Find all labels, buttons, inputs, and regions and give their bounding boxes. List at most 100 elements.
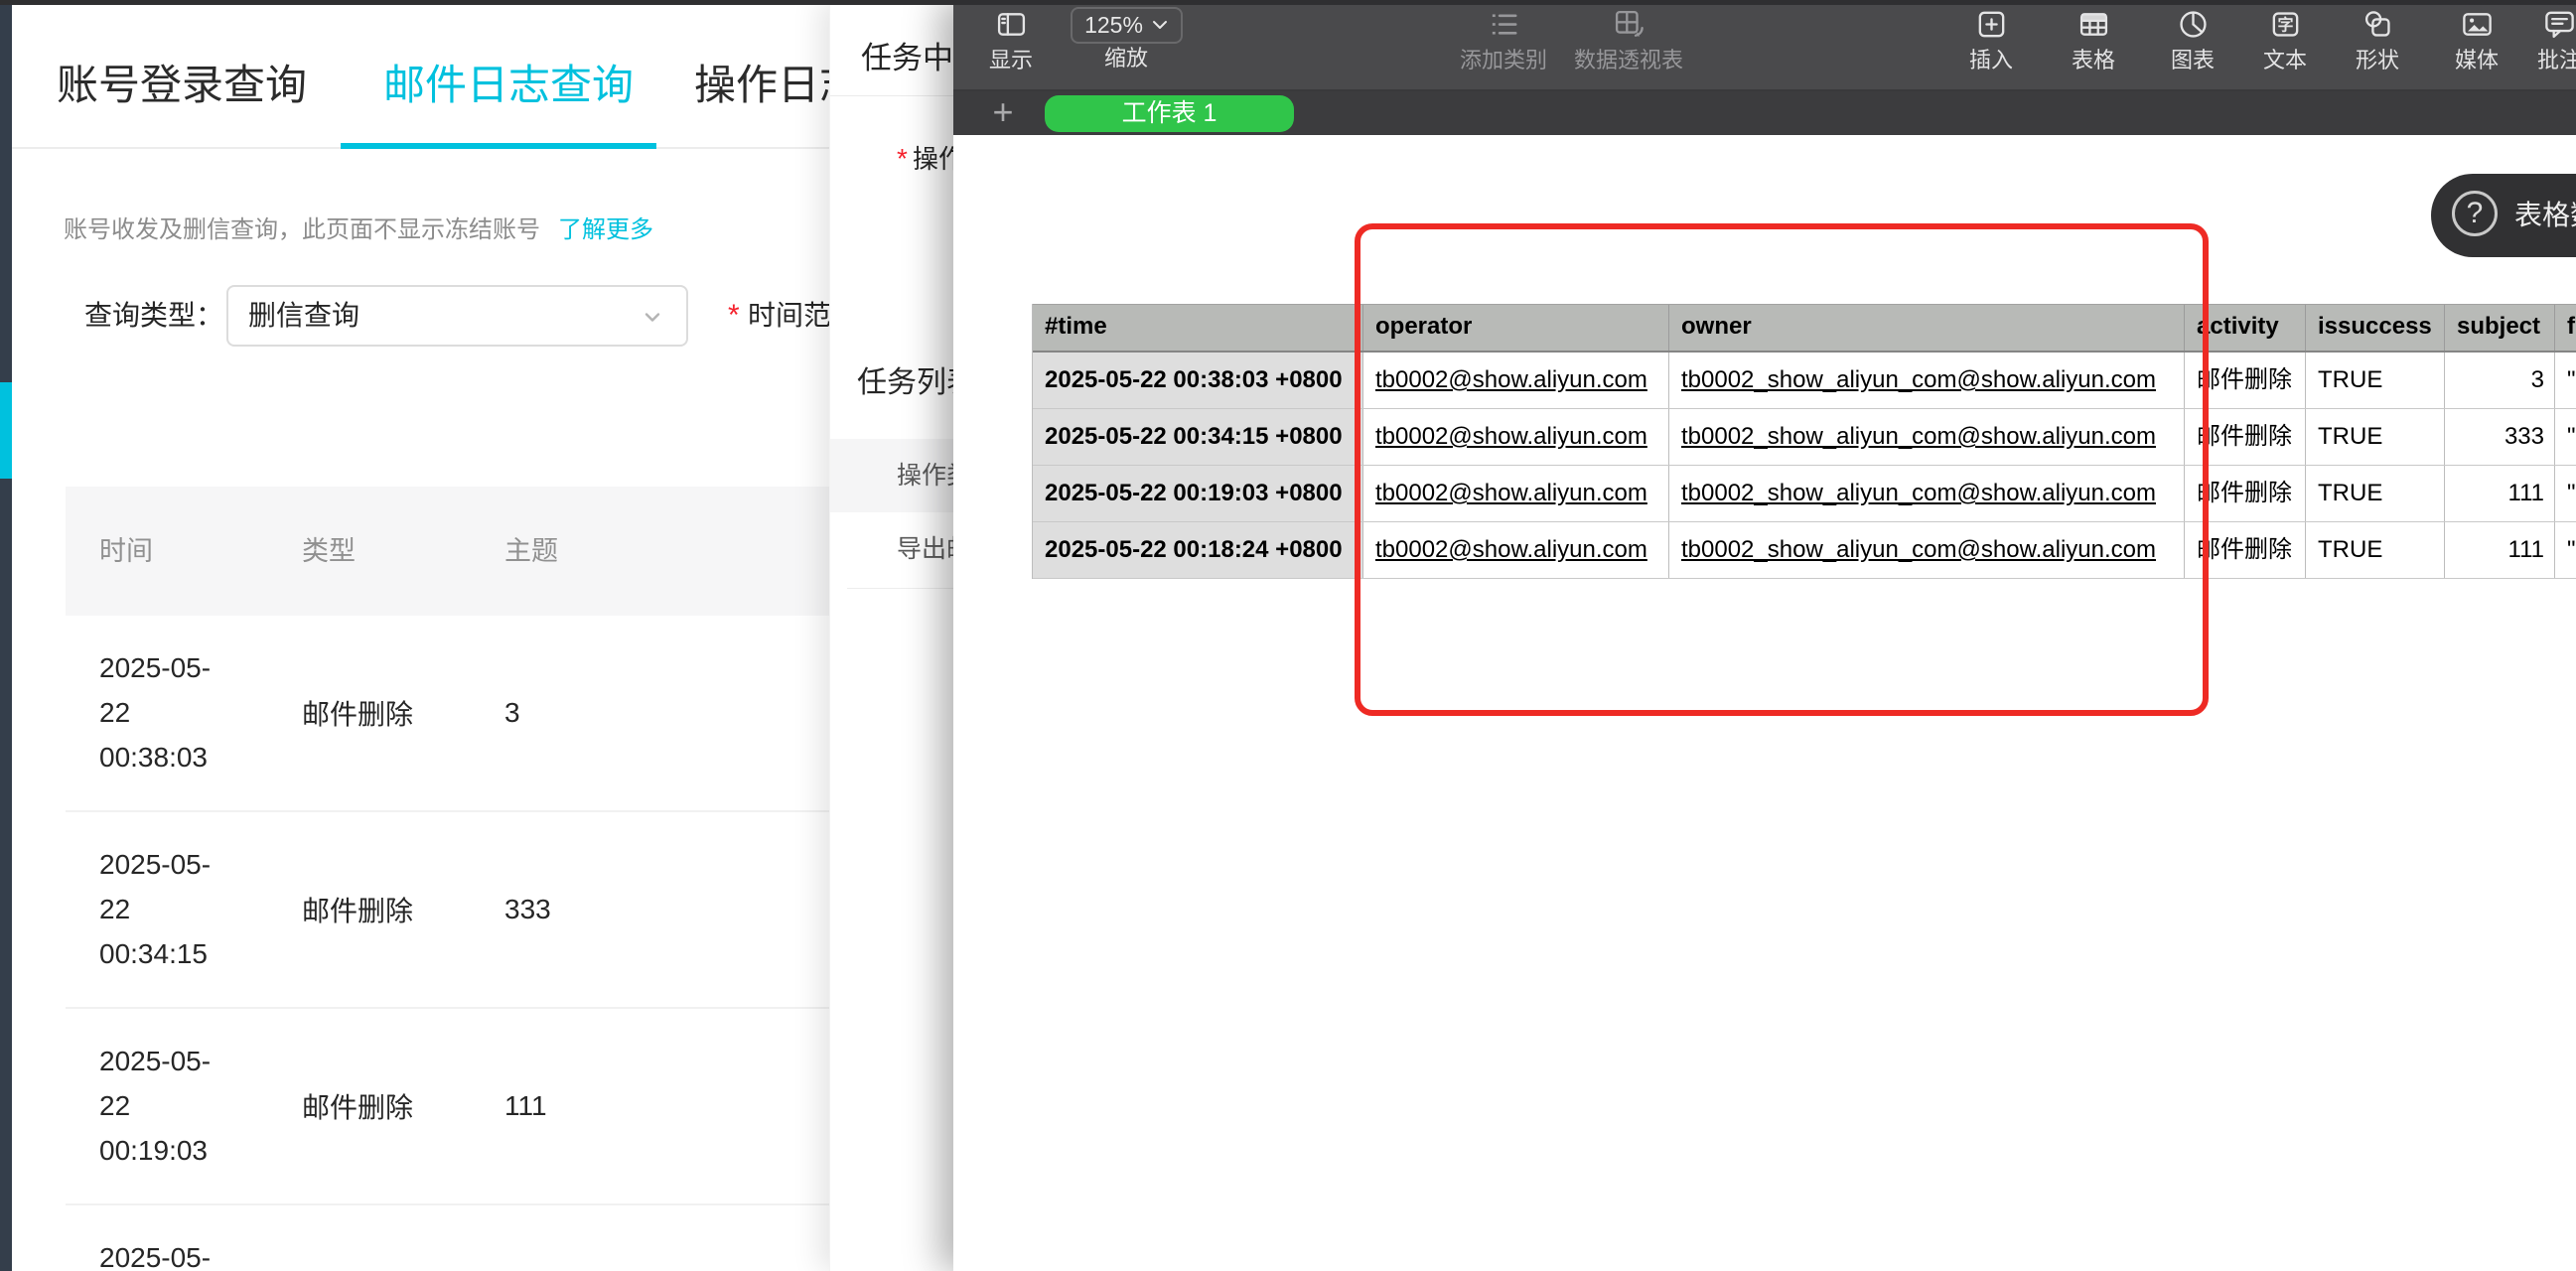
sheet-cell-operator[interactable]: tb0002@show.aliyun.com bbox=[1363, 522, 1669, 578]
tab-2[interactable]: 邮件日志查询 bbox=[383, 52, 634, 112]
sheet-cell-operator[interactable]: tb0002@show.aliyun.com bbox=[1363, 409, 1669, 465]
task-list-heading: 任务列表 bbox=[857, 357, 953, 401]
sheet-cell-owner[interactable]: tb0002_show_aliyun_com@show.aliyun.com bbox=[1669, 522, 2185, 578]
time-range-label: 时间范围 bbox=[748, 284, 829, 348]
sheet-cell-from[interactable]: " bbox=[2555, 353, 2576, 408]
tab-3[interactable]: 操作日志 bbox=[694, 52, 829, 112]
sheet-cell-owner[interactable]: tb0002_show_aliyun_com@show.aliyun.com bbox=[1669, 466, 2185, 521]
sheet-cell-owner[interactable]: tb0002_show_aliyun_com@show.aliyun.com bbox=[1669, 409, 2185, 465]
sheet-cell-subject[interactable]: 111 bbox=[2445, 522, 2555, 578]
sheet-header-from[interactable]: from bbox=[2555, 305, 2576, 351]
log-row-type: 邮件删除 bbox=[302, 1086, 413, 1126]
sheet-header-row: #timeoperatorowneractivityissuccesssubje… bbox=[1033, 304, 2576, 353]
toolbar-label: 数据透视表 bbox=[1549, 49, 1708, 72]
log-row-type: 邮件删除 bbox=[302, 693, 413, 733]
sheet-cell-issuccess[interactable]: TRUE bbox=[2306, 466, 2445, 521]
toolbar-pivot-button: 数据透视表 bbox=[1549, 0, 1708, 89]
sheet-header-issuccess[interactable]: issuccess bbox=[2306, 305, 2445, 351]
sheet-cell-from[interactable]: " bbox=[2555, 409, 2576, 465]
sheet-header-operator[interactable]: operator bbox=[1363, 305, 1669, 351]
sheet-cell-activity[interactable]: 邮件删除 bbox=[2185, 466, 2306, 521]
log-row-time: 2025-05-2200:38:03 bbox=[99, 645, 211, 779]
sheet-cell-subject[interactable]: 111 bbox=[2445, 466, 2555, 521]
sheet-row: 2025-05-22 00:19:03 +0800tb0002@show.ali… bbox=[1033, 466, 2576, 522]
sheet-row: 2025-05-22 00:34:15 +0800tb0002@show.ali… bbox=[1033, 409, 2576, 466]
sheet-header-time[interactable]: #time bbox=[1033, 305, 1363, 351]
question-mark-icon: ? bbox=[2452, 191, 2498, 236]
query-type-label: 查询类型： bbox=[84, 284, 223, 348]
sheet-cell-activity[interactable]: 邮件删除 bbox=[2185, 409, 2306, 465]
query-type-value: 删信查询 bbox=[248, 287, 359, 345]
toolbar-zoom-button[interactable]: 125% 缩放 bbox=[1047, 0, 1206, 89]
sheet-row: 2025-05-22 00:38:03 +0800tb0002@show.ali… bbox=[1033, 353, 2576, 409]
log-table-row: 2025-05- bbox=[66, 1205, 829, 1271]
toolbar-label: 缩放 bbox=[1047, 47, 1206, 71]
sheet-cell-operator[interactable]: tb0002@show.aliyun.com bbox=[1363, 353, 1669, 408]
query-type-select[interactable]: 删信查询 bbox=[226, 285, 688, 347]
col-header-subject: 主题 bbox=[504, 487, 558, 616]
table-data-help-button[interactable]: ? 表格数据 bbox=[2431, 174, 2576, 257]
log-table-row: 2025-05-2200:38:03 邮件删除 3 bbox=[66, 616, 829, 812]
sheet-header-owner[interactable]: owner bbox=[1669, 305, 2185, 351]
sheet-cell-from[interactable]: " bbox=[2555, 522, 2576, 578]
sheet-cell-activity[interactable]: 邮件删除 bbox=[2185, 353, 2306, 408]
sheet-cell-time[interactable]: 2025-05-22 00:19:03 +0800 bbox=[1033, 466, 1363, 521]
task-list: 操作类型导出邮件 bbox=[830, 439, 953, 586]
sheet-cell-time[interactable]: 2025-05-22 00:34:15 +0800 bbox=[1033, 409, 1363, 465]
required-asterisk: * bbox=[897, 139, 908, 179]
sheet-cell-issuccess[interactable]: TRUE bbox=[2306, 522, 2445, 578]
divider bbox=[847, 588, 953, 589]
page-notice: 账号收发及删信查询，此页面不显示冻结账号了解更多 bbox=[64, 210, 653, 244]
sheet-header-activity[interactable]: activity bbox=[2185, 305, 2306, 351]
log-row-time: 2025-05-2200:34:15 bbox=[99, 842, 211, 976]
zoom-level-dropdown[interactable]: 125% bbox=[1071, 7, 1183, 44]
screen: 账号登录查询 邮件日志查询操作日志 账号收发及删信查询，此页面不显示冻结账号了解更… bbox=[0, 0, 2576, 1271]
help-pill-label: 表格数据 bbox=[2514, 174, 2576, 257]
active-tab-underline bbox=[341, 143, 656, 149]
col-header-time: 时间 bbox=[99, 487, 153, 616]
task-list-item[interactable]: 操作类型 bbox=[830, 439, 953, 512]
log-row-subject: 3 bbox=[504, 697, 520, 729]
sheet-tab-bar: + 工作表 1 bbox=[953, 91, 2576, 135]
chevron-down-icon bbox=[641, 305, 664, 329]
sheet-cell-activity[interactable]: 邮件删除 bbox=[2185, 522, 2306, 578]
sheet-cell-issuccess[interactable]: TRUE bbox=[2306, 409, 2445, 465]
log-table-header: 时间 类型 主题 bbox=[66, 487, 829, 616]
sheet-cell-owner[interactable]: tb0002_show_aliyun_com@show.aliyun.com bbox=[1669, 353, 2185, 408]
drawer-title: 任务中心 bbox=[861, 33, 953, 77]
log-table-row: 2025-05-2200:34:15 邮件删除 333 bbox=[66, 812, 829, 1009]
log-row-subject: 333 bbox=[504, 894, 551, 925]
left-edge-rail bbox=[0, 0, 12, 1271]
log-row-time: 2025-05- bbox=[99, 1235, 211, 1271]
sheet-tab-worksheet1[interactable]: 工作表 1 bbox=[1045, 95, 1294, 132]
sheet-cell-issuccess[interactable]: TRUE bbox=[2306, 353, 2445, 408]
log-row-subject: 111 bbox=[504, 1090, 547, 1122]
sheet-cell-time[interactable]: 2025-05-22 00:18:24 +0800 bbox=[1033, 522, 1363, 578]
log-table-body: 2025-05-2200:38:03 邮件删除 3 2025-05-2200:34:1… bbox=[66, 616, 829, 1271]
log-row-type: 邮件删除 bbox=[302, 890, 413, 929]
log-table-row: 2025-05-2200:19:03 邮件删除 111 bbox=[66, 1009, 829, 1205]
add-sheet-button[interactable]: + bbox=[983, 91, 1023, 133]
pivot-icon bbox=[1549, 0, 1708, 46]
sheet-cell-from[interactable]: " bbox=[2555, 466, 2576, 521]
sheet-row: 2025-05-22 00:18:24 +0800tb0002@show.ali… bbox=[1033, 522, 2576, 579]
learn-more-link[interactable]: 了解更多 bbox=[558, 216, 653, 243]
sheet-header-subject[interactable]: subject bbox=[2445, 305, 2555, 351]
svg-text:字: 字 bbox=[2277, 15, 2293, 34]
tab-1[interactable]: 账号登录查询 bbox=[57, 52, 307, 112]
tab-bar: 账号登录查询 邮件日志查询操作日志 bbox=[12, 0, 829, 149]
sheet-cell-subject[interactable]: 333 bbox=[2445, 409, 2555, 465]
log-row-time: 2025-05-2200:19:03 bbox=[99, 1039, 211, 1173]
toolbar-comment-button[interactable]: 批注 bbox=[2480, 0, 2576, 89]
query-form-row: 查询类型： 删信查询 * 时间范围 bbox=[12, 284, 829, 348]
task-center-drawer: 任务中心 * 操作类型 任务列表 操作类型导出邮件 bbox=[829, 0, 953, 1271]
zoom-level-value: 125% bbox=[1084, 12, 1143, 39]
task-list-item[interactable]: 导出邮件 bbox=[830, 512, 953, 586]
sheet-cell-operator[interactable]: tb0002@show.aliyun.com bbox=[1363, 466, 1669, 521]
left-rail-accent bbox=[0, 382, 12, 479]
spreadsheet-table: #timeoperatorowneractivityissuccesssubje… bbox=[1032, 304, 2576, 579]
window-top-edge bbox=[0, 0, 2576, 5]
sheet-cell-time[interactable]: 2025-05-22 00:38:03 +0800 bbox=[1033, 353, 1363, 408]
numbers-toolbar: 显示125%缩放添加类别数据透视表插入表格图表字文本形状媒体批注 bbox=[953, 0, 2576, 91]
sheet-cell-subject[interactable]: 3 bbox=[2445, 353, 2555, 408]
